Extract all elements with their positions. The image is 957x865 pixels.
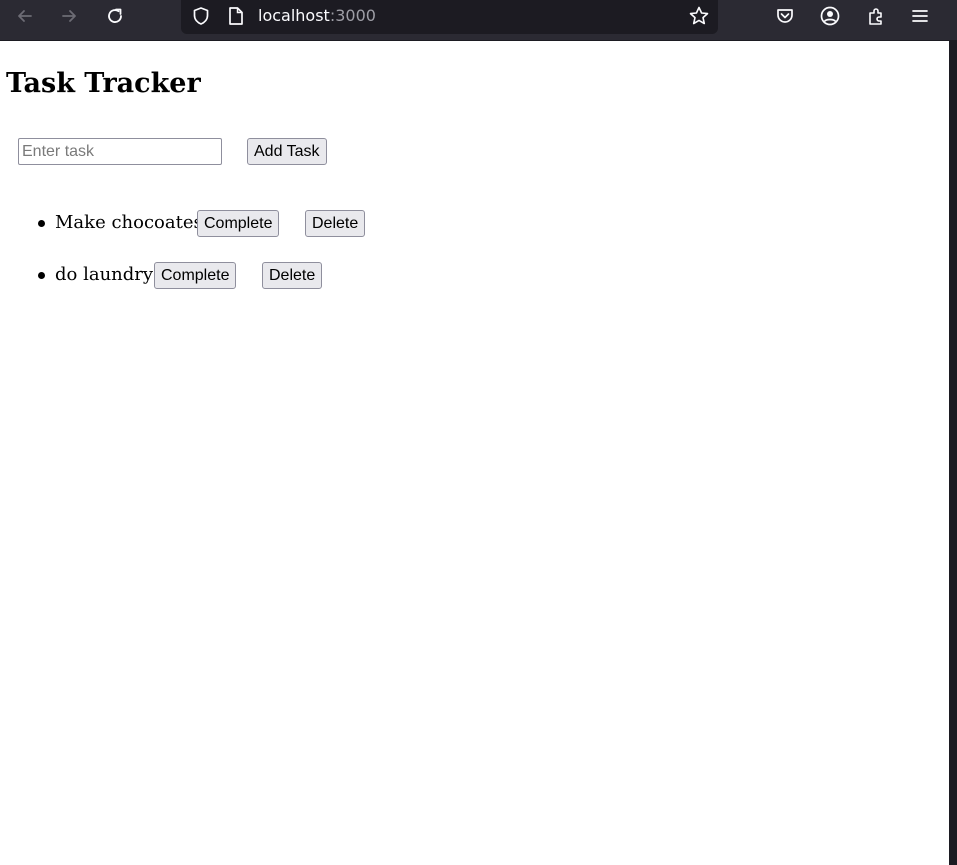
extensions-button[interactable] bbox=[861, 3, 891, 29]
bookmark-button[interactable] bbox=[686, 3, 712, 29]
task-text: Make chocoates bbox=[55, 212, 203, 233]
bullet-icon bbox=[38, 220, 45, 227]
star-icon bbox=[689, 6, 709, 25]
hamburger-menu-icon bbox=[912, 10, 928, 22]
shield-icon[interactable] bbox=[189, 4, 213, 28]
url-bar[interactable]: localhost:3000 bbox=[181, 0, 718, 34]
arrow-left-icon bbox=[18, 10, 32, 22]
reload-icon bbox=[108, 8, 122, 23]
account-icon bbox=[820, 6, 840, 26]
back-button[interactable] bbox=[10, 3, 40, 29]
menu-button[interactable] bbox=[905, 3, 935, 29]
url-host: localhost bbox=[258, 6, 330, 25]
task-input[interactable] bbox=[18, 138, 222, 165]
url-port: :3000 bbox=[329, 6, 376, 25]
browser-toolbar: localhost:3000 bbox=[0, 0, 957, 40]
pocket-button[interactable] bbox=[770, 3, 800, 29]
delete-button[interactable]: Delete bbox=[305, 210, 366, 237]
complete-button[interactable]: Complete bbox=[197, 210, 280, 237]
bullet-icon bbox=[38, 272, 45, 279]
arrow-right-icon bbox=[62, 10, 76, 22]
page-title: Task Tracker bbox=[6, 68, 201, 99]
puzzle-icon bbox=[869, 8, 882, 25]
url-text[interactable]: localhost:3000 bbox=[258, 6, 376, 26]
account-button[interactable] bbox=[815, 3, 845, 29]
delete-button[interactable]: Delete bbox=[262, 262, 323, 289]
pocket-icon bbox=[777, 9, 793, 23]
task-text: do laundry bbox=[55, 264, 154, 285]
page-viewport: Task Tracker Add Task Make chocoates Com… bbox=[0, 41, 949, 865]
forward-button[interactable] bbox=[54, 3, 84, 29]
window-edge bbox=[949, 41, 957, 865]
reload-button[interactable] bbox=[100, 3, 130, 29]
page-icon[interactable] bbox=[224, 4, 248, 28]
complete-button[interactable]: Complete bbox=[154, 262, 237, 289]
add-task-button[interactable]: Add Task bbox=[247, 138, 327, 165]
